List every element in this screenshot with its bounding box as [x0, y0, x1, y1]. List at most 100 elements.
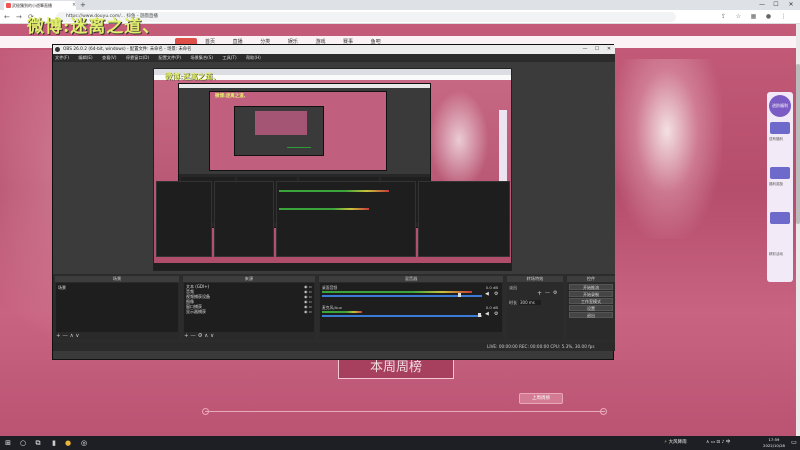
settings-button[interactable]: 设置 — [569, 305, 613, 311]
gear-icon[interactable]: ⚙ — [494, 291, 498, 297]
mixer-body: 桌面音频 0.0 dB ◀ ⚙ 麦克风/Aux 0.0 dB ◀ ⚙ — [320, 283, 502, 332]
profile-icon[interactable]: ● — [765, 13, 772, 20]
nested-hero-art — [429, 90, 489, 190]
weather-widget[interactable]: ⚡ 大风降雨 — [664, 436, 687, 450]
add-source-button[interactable]: + — [184, 333, 189, 339]
menu-tools[interactable]: 工具(T) — [222, 55, 236, 60]
studio-mode-button[interactable]: 工作室模式 — [569, 298, 613, 304]
weather-text: 大风降雨 — [668, 440, 687, 445]
chrome-icon[interactable]: ● — [63, 438, 73, 448]
start-streaming-button[interactable]: 开始推流 — [569, 284, 613, 290]
side-item[interactable] — [770, 167, 790, 179]
duration-field[interactable]: 300 ms — [519, 300, 541, 305]
volume-slider-knob[interactable] — [478, 313, 481, 317]
bookmark-star-icon[interactable]: ☆ — [735, 13, 742, 20]
weather-icon: ⚡ — [664, 440, 668, 445]
source-settings-button[interactable]: ⚙ — [198, 333, 203, 339]
nested-meter — [279, 208, 369, 210]
source-item[interactable]: 显示器捕获 — [186, 309, 206, 314]
nested-level-2-docks — [154, 177, 511, 263]
start-recording-button[interactable]: 开始录制 — [569, 291, 613, 297]
weekly-ranking-title: 本周周榜 — [338, 357, 454, 379]
file-explorer-icon[interactable]: ▮ — [49, 438, 59, 448]
menu-edit[interactable]: 编辑(E) — [78, 55, 92, 60]
system-tray-icons[interactable]: ∧ ▭ ⊡ ♪ 中 — [706, 436, 730, 450]
clock-date: 2022/10/28 — [763, 443, 785, 448]
move-up-button[interactable]: ∧ — [204, 333, 208, 339]
menu-file[interactable]: 文件(F) — [55, 55, 69, 60]
obs-preview[interactable]: 微博:迷离之道、 微博:迷离之道、 — [53, 62, 615, 274]
sources-title: 来源 — [183, 276, 315, 282]
move-up-button[interactable]: ∧ — [70, 333, 74, 339]
lock-icon[interactable]: ▫ — [309, 309, 312, 314]
volume-slider[interactable] — [322, 315, 482, 317]
forward-button[interactable]: → — [16, 12, 22, 22]
sources-toolbar: + — ⚙ ∧ ∨ — [184, 333, 214, 340]
menu-help[interactable]: 帮助(H) — [246, 55, 261, 60]
side-badge[interactable]: 进阶福利 — [769, 95, 791, 117]
extensions-icon[interactable]: ▦ — [750, 13, 757, 20]
menu-profile[interactable]: 配置文件(P) — [159, 55, 182, 60]
windows-taskbar: ⊞ ○ ⧉ ▮ ● ◎ ⚡ 大风降雨 ∧ ▭ ⊡ ♪ 中 17:59 2022/… — [0, 436, 800, 450]
remove-source-button[interactable]: — — [190, 333, 196, 339]
speaker-icon[interactable]: ◀ — [485, 291, 489, 297]
nested-meter — [279, 190, 389, 192]
obs-close-button[interactable]: ✕ — [604, 45, 614, 54]
transition-type-select[interactable]: 淡出 — [509, 285, 517, 291]
watermark-text: 微博:迷离之道、 — [27, 17, 161, 37]
side-item[interactable] — [770, 212, 790, 224]
obs-window: OBS 26.0.2 (64-bit, windows) - 配置文件: 未命名… — [52, 44, 615, 360]
remove-transition-button[interactable]: — — [545, 290, 550, 296]
scroll-thumb[interactable] — [796, 64, 800, 224]
scenes-list: 场景 — [56, 283, 178, 332]
add-transition-button[interactable]: + — [537, 290, 542, 297]
obs-taskbar-icon[interactable]: ◎ — [79, 438, 89, 448]
obs-minimize-button[interactable]: — — [580, 45, 590, 54]
clock[interactable]: 17:59 2022/10/28 — [759, 437, 789, 449]
back-button[interactable]: ← — [4, 12, 10, 22]
obs-maximize-button[interactable]: ☐ — [592, 45, 602, 54]
page-scrollbar[interactable] — [796, 24, 800, 436]
nested-watermark-small: 微博:迷离之道、 — [215, 94, 249, 99]
volume-slider-knob[interactable] — [458, 293, 461, 297]
frame-ornament — [202, 408, 209, 415]
scene-item[interactable]: 场景 — [58, 285, 66, 290]
visibility-eye-icon[interactable]: ◉ — [304, 309, 308, 314]
tab-close-icon[interactable]: × — [72, 1, 76, 10]
menu-docks[interactable]: 停靠窗口(D) — [126, 55, 149, 60]
scenes-toolbar: + — ∧ ∨ — [56, 333, 79, 340]
gear-icon[interactable]: ⚙ — [494, 311, 498, 317]
side-text: 福利奖励 — [769, 182, 783, 186]
browser-tab[interactable]: 武極獨到的小遊筆直播 × — [4, 1, 76, 10]
menu-view[interactable]: 查看(V) — [102, 55, 117, 60]
search-icon[interactable]: ○ — [18, 438, 28, 448]
new-tab-button[interactable]: + — [80, 0, 86, 10]
last-week-ranking-button[interactable]: 上周周榜 — [519, 393, 563, 404]
menu-scene-collection[interactable]: 场景集合(S) — [190, 55, 213, 60]
notifications-icon[interactable]: ▭ — [789, 438, 799, 448]
maximize-button[interactable]: ☐ — [770, 0, 782, 10]
window-close-button[interactable]: ✕ — [785, 0, 797, 10]
transition-settings-button[interactable]: ⚙ — [553, 290, 557, 296]
windows-start-icon[interactable]: ⊞ — [3, 438, 13, 448]
mixer-title: 混音器 — [319, 276, 503, 282]
mixer-channel: 桌面音频 0.0 dB ◀ ⚙ — [322, 285, 500, 303]
speaker-icon[interactable]: ◀ — [485, 311, 489, 317]
task-view-icon[interactable]: ⧉ — [33, 438, 43, 448]
minimize-button[interactable]: — — [756, 0, 768, 10]
nested-image — [255, 111, 307, 135]
obs-logo-icon — [55, 47, 60, 52]
exit-button[interactable]: 退出 — [569, 312, 613, 318]
side-text: 精彩活动 — [769, 252, 783, 256]
move-down-button[interactable]: ∨ — [75, 333, 79, 339]
volume-meter — [322, 291, 472, 293]
share-icon[interactable]: ⇪ — [720, 13, 727, 20]
frame-divider — [205, 411, 605, 412]
menu-icon[interactable]: ⋮ — [780, 13, 787, 20]
remove-scene-button[interactable]: — — [62, 333, 68, 339]
obs-title: OBS 26.0.2 (64-bit, windows) - 配置文件: 未命名… — [63, 47, 192, 52]
move-down-button[interactable]: ∨ — [210, 333, 214, 339]
obs-docks: 场景 场景 + — ∧ ∨ 来源 文本 (GDI+) 音频 视频捕获设备 图像 … — [53, 274, 615, 342]
add-scene-button[interactable]: + — [56, 333, 61, 339]
side-item[interactable] — [770, 122, 790, 134]
